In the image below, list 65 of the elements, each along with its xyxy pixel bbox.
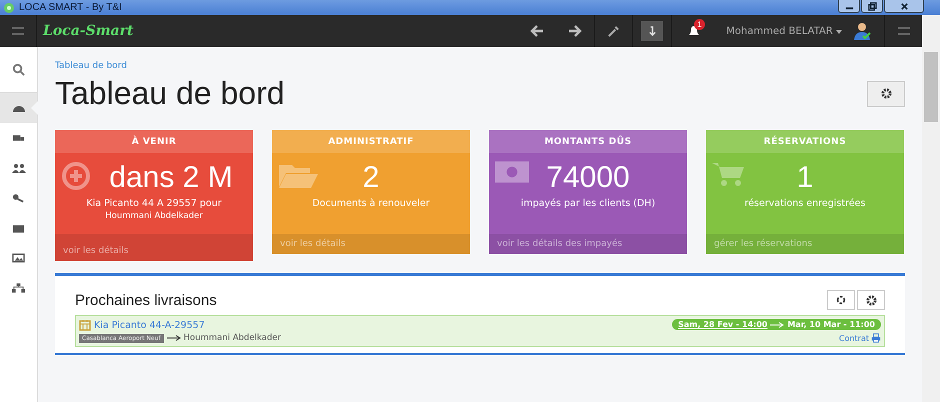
refresh-button[interactable] xyxy=(827,290,855,310)
dashboard-icon xyxy=(12,103,26,113)
arrow-left-icon xyxy=(530,25,544,37)
logo[interactable]: Loca-Smart xyxy=(43,23,134,39)
card-value: 74000 xyxy=(546,160,630,196)
print-icon xyxy=(871,333,881,343)
plus-circle-icon xyxy=(61,161,91,191)
start-date: Sam, 28 Fev - 14:00 xyxy=(678,320,768,329)
calendar-icon xyxy=(79,319,91,331)
image-icon xyxy=(12,253,25,263)
truck-icon xyxy=(12,133,25,143)
search-icon xyxy=(12,63,25,76)
key-icon xyxy=(12,193,25,203)
arrow-right-icon xyxy=(166,335,181,341)
window-title: LOCA SMART - By T&I xyxy=(19,2,122,13)
settings-icon xyxy=(880,88,892,99)
close-icon xyxy=(900,2,908,10)
card-value: 1 xyxy=(796,160,814,196)
notifications-button[interactable]: 1 xyxy=(671,15,716,47)
users-icon xyxy=(12,163,26,173)
sidebar-item[interactable] xyxy=(0,93,37,123)
notification-badge: 1 xyxy=(694,19,705,30)
user-menu[interactable]: Mohammed BELATAR xyxy=(716,15,848,47)
menu-icon xyxy=(11,26,25,36)
card-value: 2 xyxy=(362,160,380,196)
card-text: Hoummani Abdelkader xyxy=(104,211,204,221)
scrollbar-thumb[interactable] xyxy=(924,52,938,122)
card-link[interactable]: voir les détails xyxy=(55,234,253,261)
vehicle-link[interactable]: Kia Picanto 44-A-29557 xyxy=(94,320,205,330)
refresh-icon xyxy=(836,295,846,305)
settings-icon xyxy=(866,294,876,306)
card-title: MONTANTS DÛS xyxy=(489,130,687,153)
arrow-right-icon xyxy=(568,25,582,37)
close-button[interactable] xyxy=(884,0,924,13)
caret-icon xyxy=(836,30,842,34)
briefcase-icon xyxy=(12,223,25,233)
client-name: Hoummani Abdelkader xyxy=(184,333,282,343)
card-text: impayés par les clients (DH) xyxy=(520,198,656,209)
avatar-icon xyxy=(852,21,872,41)
card-text: réservations enregistrées xyxy=(744,198,866,209)
wand-icon xyxy=(607,24,620,38)
page-title: Tableau de bord xyxy=(55,75,286,112)
card-value: dans 2 M xyxy=(109,160,233,196)
cart-icon xyxy=(712,161,746,187)
card-link[interactable]: voir les détails des impayés xyxy=(489,234,687,254)
contract-link[interactable]: Contrat xyxy=(838,333,881,343)
minimize-button[interactable] xyxy=(838,0,860,13)
card-title: RÉSERVATIONS xyxy=(706,130,904,153)
panel-title: Prochaines livraisons xyxy=(75,292,217,308)
app-icon xyxy=(3,2,15,14)
restore-button[interactable] xyxy=(861,0,883,13)
card-text: Kia Picanto 44 A 29557 pour xyxy=(85,198,223,209)
card-text: Documents à renouveler xyxy=(311,198,431,209)
menu-icon xyxy=(896,26,910,36)
card-title: À VENIR xyxy=(55,130,253,153)
sitemap-icon xyxy=(12,283,25,293)
card-title: ADMINISTRATIF xyxy=(272,130,470,153)
breadcrumb-link[interactable]: Tableau de bord xyxy=(55,61,905,71)
settings-button[interactable] xyxy=(857,290,885,310)
end-date: Mar, 10 Mar - 11:00 xyxy=(787,320,875,329)
banknote-icon xyxy=(495,161,529,183)
arrow-down-icon xyxy=(648,26,657,36)
arrow-right-icon xyxy=(770,322,784,328)
restore-icon xyxy=(868,2,876,10)
settings-button[interactable] xyxy=(867,80,905,106)
